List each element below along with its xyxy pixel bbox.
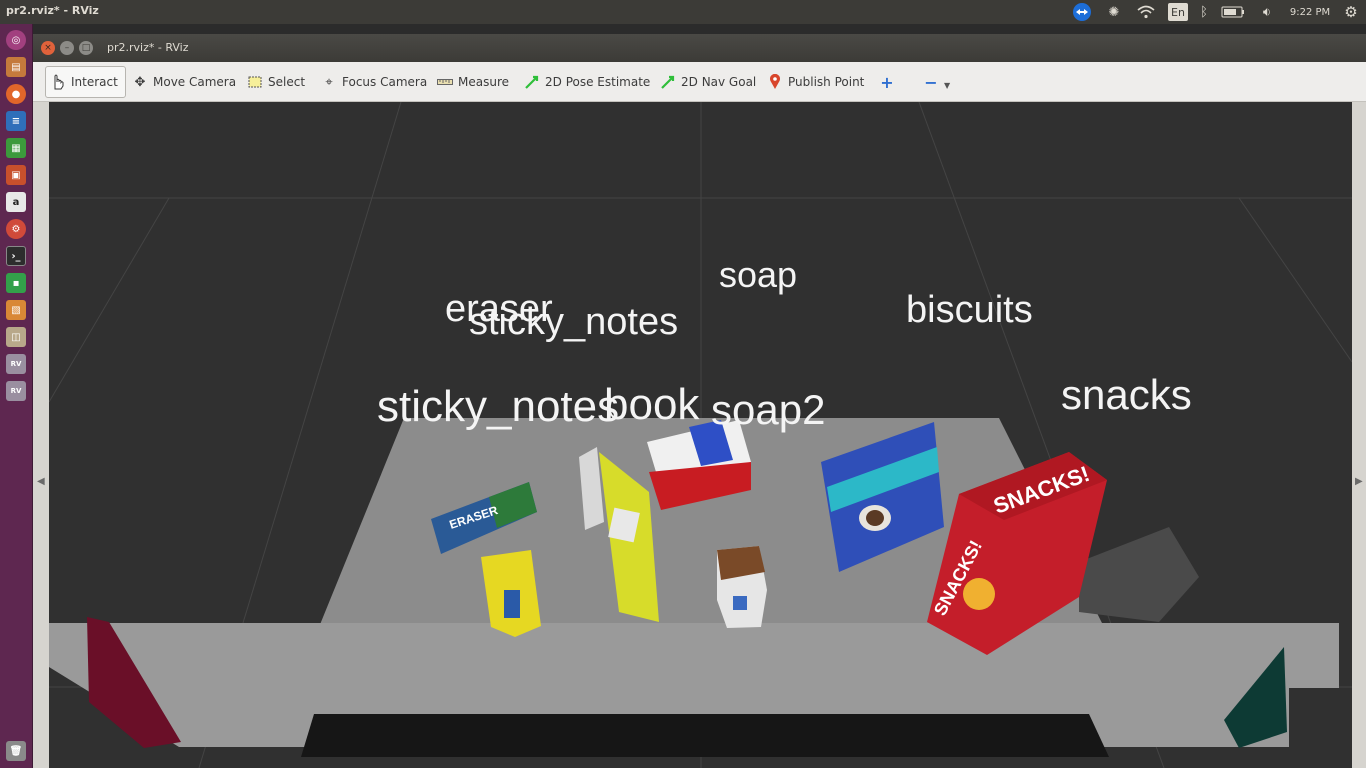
plus-icon: +: [880, 72, 894, 92]
render-viewport-3d[interactable]: ERASER SNACKS! SNACKS! soap biscuits era…: [49, 102, 1352, 768]
maximize-icon[interactable]: □: [79, 41, 93, 55]
move-camera-tool-label: Move Camera: [153, 75, 237, 89]
keyboard-layout-indicator[interactable]: En: [1168, 3, 1188, 21]
amazon-icon[interactable]: a: [6, 192, 26, 212]
sync-icon[interactable]: ✺: [1104, 2, 1124, 22]
map-pin-icon: [767, 74, 783, 90]
volume-icon[interactable]: 🔉︎: [1256, 2, 1278, 22]
pose-estimate-tool-label: 2D Pose Estimate: [545, 75, 651, 89]
window-titlebar[interactable]: × – □ pr2.rviz* - RViz: [33, 34, 1366, 62]
chevron-right-icon[interactable]: ▶: [1355, 476, 1363, 487]
teamviewer-icon[interactable]: [1071, 2, 1093, 22]
clock[interactable]: 9:22 PM: [1288, 2, 1332, 22]
battery-icon[interactable]: [1220, 2, 1246, 22]
soap-object: [717, 546, 767, 628]
rviz-icon-1[interactable]: RV: [6, 354, 26, 374]
tools-toolbar: Interact ✥ Move Camera Select ⌖ Focus Ca…: [33, 62, 1366, 102]
add-tool-button[interactable]: +: [875, 66, 899, 98]
measure-tool-button[interactable]: Measure: [433, 66, 513, 98]
hand-pointer-icon: [50, 74, 66, 90]
active-window-title: pr2.rviz* - RViz: [6, 4, 99, 17]
rviz-window: × – □ pr2.rviz* - RViz Interact ✥ Move C…: [33, 34, 1366, 768]
publish-point-tool-label: Publish Point: [788, 75, 865, 89]
interact-tool-label: Interact: [71, 75, 118, 89]
select-box-icon: [247, 74, 263, 90]
ruler-icon: [437, 74, 453, 90]
minus-icon: −: [924, 72, 938, 92]
files-icon[interactable]: ▤: [6, 57, 26, 77]
terminal-icon[interactable]: ›_: [6, 246, 26, 266]
dash-icon[interactable]: ◎: [6, 30, 26, 50]
biscuits-label: biscuits: [906, 289, 1033, 331]
calc-icon[interactable]: ▦: [6, 138, 26, 158]
system-settings-icon[interactable]: ⚙: [6, 219, 26, 239]
green-arrow-icon: [524, 74, 540, 90]
green-arrow-icon: [660, 74, 676, 90]
writer-icon[interactable]: ≡: [6, 111, 26, 131]
focus-camera-tool-button[interactable]: ⌖ Focus Camera: [317, 66, 431, 98]
select-tool-button[interactable]: Select: [243, 66, 309, 98]
right-dock-splitter[interactable]: ▶: [1352, 102, 1366, 768]
pose-estimate-tool-button[interactable]: 2D Pose Estimate: [520, 66, 654, 98]
rviz-icon-2[interactable]: RV: [6, 381, 26, 401]
top-panel: pr2.rviz* - RViz ✺ En ᛒ 🔉︎ 9:22 PM ⚙: [0, 0, 1366, 24]
select-tool-label: Select: [268, 75, 306, 89]
move-camera-tool-button[interactable]: ✥ Move Camera: [128, 66, 240, 98]
soap2-label: soap2: [711, 386, 826, 433]
settings-gear-icon[interactable]: ⚙: [1341, 2, 1361, 22]
interact-tool-button[interactable]: Interact: [45, 66, 126, 98]
launcher: ◎ ▤ ● ≡ ▦ ▣ a ⚙ ›_ ▪ ▧ ◫ RV RV 🗑︎: [0, 24, 33, 768]
chevron-down-icon: ▼: [944, 80, 951, 90]
move-camera-icon: ✥: [134, 74, 146, 90]
trash-icon[interactable]: 🗑︎: [6, 741, 26, 761]
measure-tool-label: Measure: [458, 75, 509, 89]
sticky-notes-label-top: sticky_notes: [469, 301, 679, 343]
publish-point-tool-button[interactable]: Publish Point: [763, 66, 868, 98]
impress-icon[interactable]: ▣: [6, 165, 26, 185]
pycharm-icon[interactable]: ▪: [6, 273, 26, 293]
close-icon[interactable]: ×: [41, 41, 55, 55]
left-dock-splitter[interactable]: ◀: [33, 102, 49, 768]
wifi-icon[interactable]: [1135, 2, 1157, 22]
bluetooth-icon[interactable]: ᛒ: [1197, 2, 1211, 22]
sticky-notes-label-front: sticky_notes: [377, 382, 620, 431]
focus-camera-tool-label: Focus Camera: [342, 75, 428, 89]
chevron-left-icon[interactable]: ◀: [37, 476, 45, 487]
nav-goal-tool-label: 2D Nav Goal: [681, 75, 757, 89]
nav-goal-tool-button[interactable]: 2D Nav Goal: [656, 66, 760, 98]
crosshair-icon: ⌖: [325, 74, 333, 90]
scene-render[interactable]: ERASER SNACKS! SNACKS!: [49, 102, 1352, 768]
remove-tool-button[interactable]: − ▼: [919, 66, 954, 98]
firefox-icon[interactable]: ●: [6, 84, 26, 104]
software-center-icon[interactable]: ▧: [6, 300, 26, 320]
minimize-icon[interactable]: –: [60, 41, 74, 55]
gazebo-icon[interactable]: ◫: [6, 327, 26, 347]
window-title: pr2.rviz* - RViz: [107, 41, 189, 54]
soap-label: soap: [719, 254, 798, 295]
snacks-label: snacks: [1061, 371, 1192, 418]
book-label: book: [604, 380, 700, 429]
